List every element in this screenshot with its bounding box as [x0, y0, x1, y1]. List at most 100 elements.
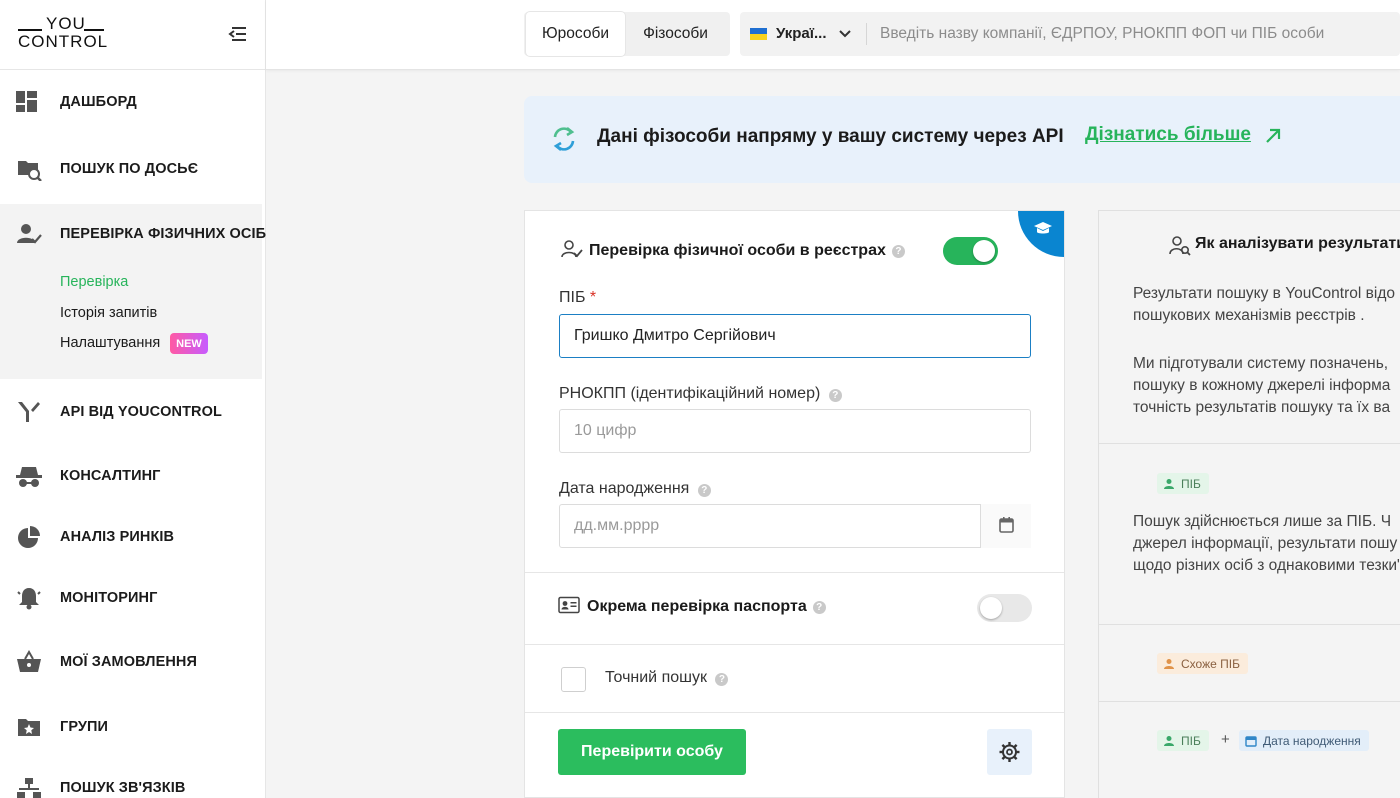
person-check-form: Перевірка фізичної особи в реєстрах ? ПІ…	[524, 210, 1065, 798]
sidebar-item-label: МОЇ ЗАМОВЛЕННЯ	[60, 654, 198, 670]
person-icon	[1164, 478, 1174, 489]
sidebar-item-label: ПЕРЕВІРКА ФІЗИЧНИХ ОСІБ	[60, 226, 267, 242]
exact-search-label: Точний пошук ?	[605, 669, 729, 687]
toggle-knob	[973, 240, 995, 262]
sidebar-item-label: ПОШУК ЗВ'ЯЗКІВ	[60, 780, 186, 796]
tag-label: ПІБ	[1181, 476, 1201, 491]
calendar-button[interactable]	[980, 504, 1031, 548]
sidebar-header: YOU CONTROL	[0, 0, 265, 70]
person-icon	[1164, 658, 1174, 669]
person-check-icon	[16, 222, 42, 246]
birth-date-tag: Дата народження	[1239, 730, 1369, 751]
dashboard-icon	[16, 90, 42, 114]
sidebar-item-dossier-search[interactable]: ПОШУК ПО ДОСЬЄ	[0, 149, 266, 189]
divider	[525, 712, 1064, 713]
top-bar: Юрособи Фізособи Украї...	[266, 0, 1400, 70]
name-tag: ПІБ	[1157, 730, 1209, 751]
folder-search-icon	[16, 157, 42, 182]
tax-id-input[interactable]	[559, 409, 1031, 453]
tag-label: ПІБ	[1181, 733, 1201, 748]
sidebar-item-label: ПОШУК ПО ДОСЬЄ	[60, 161, 199, 177]
education-corner-icon[interactable]	[1018, 211, 1064, 257]
arrow-up-right-icon[interactable]	[1264, 127, 1282, 145]
subitem-settings[interactable]: Налаштування	[60, 335, 160, 351]
search-input[interactable]	[880, 12, 1390, 56]
entity-type-switch: Юрособи Фізособи	[524, 12, 730, 56]
country-label: Украї...	[776, 25, 827, 42]
subitem-request-history[interactable]: Історія запитів	[60, 305, 157, 321]
banner-text: Дані фізособи напряму у вашу систему чер…	[597, 126, 1064, 147]
help-icon[interactable]: ?	[812, 600, 826, 614]
help-paragraph-2: Ми підготували систему позначень, пошуку…	[1133, 355, 1391, 416]
sidebar-item-label: API ВІД YOUCONTROL	[60, 404, 222, 420]
calendar-icon	[1245, 735, 1257, 747]
check-person-button[interactable]: Перевірити особу	[558, 729, 746, 775]
sync-icon	[550, 123, 578, 155]
person-search-icon	[1169, 235, 1191, 257]
help-icon[interactable]: ?	[697, 484, 711, 497]
help-icon[interactable]: ?	[715, 673, 729, 686]
full-name-input[interactable]	[559, 314, 1031, 358]
help-panel-title: Як аналізувати результати п	[1195, 235, 1400, 252]
sidebar-item-api[interactable]: API ВІД YOUCONTROL	[0, 392, 266, 432]
sidebar-item-label: ГРУПИ	[60, 719, 109, 735]
name-label: ПІБ *	[559, 289, 596, 307]
pie-chart-icon	[16, 525, 42, 549]
sidebar-item-dashboard[interactable]: ДАШБОРД	[0, 82, 266, 122]
bell-icon	[16, 586, 42, 610]
collapse-sidebar-icon[interactable]	[226, 24, 250, 44]
tax-id-label: РНОКПП (ідентифікаційний номер) ?	[559, 385, 842, 403]
subitem-check[interactable]: Перевірка	[60, 274, 128, 290]
birth-date-input[interactable]	[559, 504, 1031, 548]
hierarchy-icon	[16, 776, 42, 798]
api-icon	[16, 400, 42, 424]
help-paragraph-3: Пошук здійснюється лише за ПІБ. Ч джерел…	[1133, 513, 1400, 574]
help-icon[interactable]: ?	[891, 244, 905, 258]
sidebar-item-person-check[interactable]: ПЕРЕВІРКА ФІЗИЧНИХ ОСІБ	[0, 214, 266, 254]
results-help-panel: Як аналізувати результати п Результати п…	[1098, 210, 1400, 798]
passport-check-toggle[interactable]	[977, 594, 1032, 622]
calendar-icon	[999, 517, 1014, 533]
sidebar-item-groups[interactable]: ГРУПИ	[0, 707, 266, 747]
spy-icon	[16, 464, 42, 488]
tag-label: Схоже ПІБ	[1181, 656, 1240, 671]
passport-row: Окрема перевірка паспорта ?	[558, 595, 826, 619]
sidebar-item-market-analysis[interactable]: АНАЛІЗ РИНКІВ	[0, 517, 266, 557]
ukraine-flag-icon	[750, 27, 767, 40]
registry-check-toggle[interactable]	[943, 237, 998, 265]
gear-icon	[999, 742, 1020, 762]
sidebar-item-my-orders[interactable]: МОЇ ЗАМОВЛЕННЯ	[0, 642, 266, 682]
logo-text-top: YOU	[46, 14, 86, 33]
sidebar-item-monitoring[interactable]: МОНІТОРИНГ	[0, 578, 266, 618]
tab-individuals[interactable]: Фізособи	[625, 12, 726, 56]
country-select[interactable]: Украї...	[740, 12, 864, 56]
search-separator	[866, 23, 867, 45]
toggle-knob	[980, 597, 1002, 619]
tab-legal-entities[interactable]: Юрособи	[526, 12, 625, 56]
sidebar-item-label: ДАШБОРД	[60, 94, 137, 110]
sidebar-item-label: МОНІТОРИНГ	[60, 590, 158, 606]
divider	[525, 572, 1064, 573]
exact-search-checkbox[interactable]	[561, 667, 586, 692]
settings-button[interactable]	[987, 729, 1032, 775]
sidebar-item-label: КОНСАЛТИНГ	[60, 468, 161, 484]
sidebar-item-consulting[interactable]: КОНСАЛТИНГ	[0, 456, 266, 496]
tag-label: Дата народження	[1263, 733, 1361, 748]
basket-icon	[16, 649, 42, 674]
plus-sign: +	[1221, 731, 1230, 748]
help-icon[interactable]: ?	[828, 389, 842, 402]
divider	[1099, 701, 1400, 702]
form-title: Перевірка фізичної особи в реєстрах	[589, 242, 886, 259]
new-badge: NEW	[170, 333, 208, 354]
birth-date-label-text: Дата народження	[559, 480, 690, 497]
name-label-text: ПІБ	[559, 289, 586, 306]
similar-name-tag: Схоже ПІБ	[1157, 653, 1248, 674]
tax-id-label-text: РНОКПП (ідентифікаційний номер)	[559, 385, 821, 402]
chevron-down-icon	[838, 27, 852, 41]
api-banner: Дані фізособи напряму у вашу систему чер…	[524, 96, 1400, 183]
learn-more-link[interactable]: Дізнатись більше	[1085, 124, 1251, 146]
youcontrol-logo[interactable]: YOU CONTROL	[18, 14, 107, 52]
sidebar-item-link-search[interactable]: ПОШУК ЗВ'ЯЗКІВ	[0, 768, 266, 798]
search-bar: Украї...	[740, 12, 1400, 56]
sidebar-item-label: АНАЛІЗ РИНКІВ	[60, 529, 175, 545]
